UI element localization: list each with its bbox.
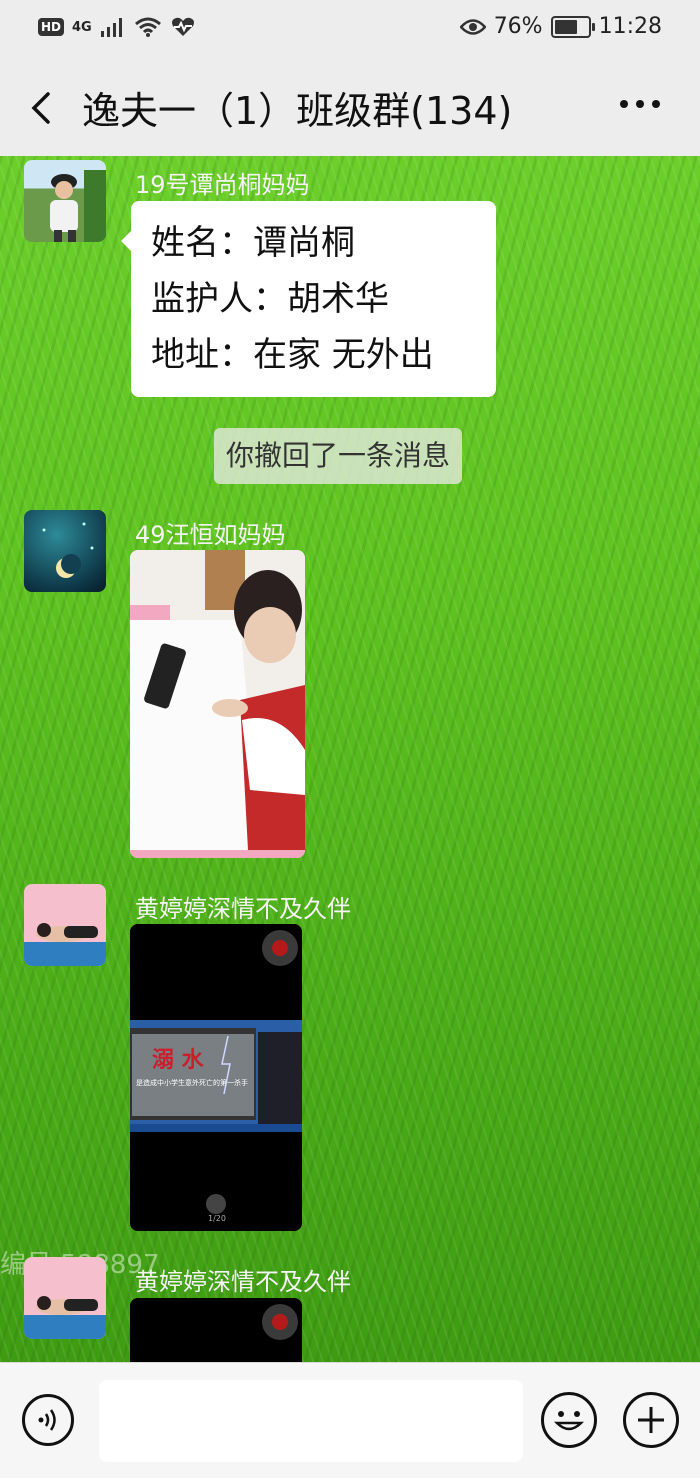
battery-percent: 76%: [493, 14, 543, 39]
plus-icon[interactable]: [623, 1392, 679, 1448]
hd-badge: HD: [38, 18, 65, 36]
video-page-text: 1/20: [208, 1214, 226, 1223]
eye-icon: [459, 18, 486, 35]
system-message: 你撤回了一条消息: [214, 428, 463, 484]
voice-icon[interactable]: [22, 1394, 74, 1446]
photo-message[interactable]: [130, 550, 305, 858]
avatar[interactable]: [24, 160, 106, 242]
wifi-icon: [134, 17, 161, 37]
avatar[interactable]: [24, 510, 106, 592]
message-bubble[interactable]: 姓名：谭尚桐 监护人：胡术华 地址：在家 无外出: [121, 201, 496, 397]
nav-bar: 逸夫一（1）班级群(134): [0, 58, 700, 156]
input-bar: [0, 1362, 700, 1478]
video-message[interactable]: 溺 水 是造成中小学生意外死亡的第一杀手 1/20: [130, 924, 302, 1231]
video-message[interactable]: [130, 1298, 302, 1362]
network-label: 4G: [72, 19, 92, 35]
chat-area[interactable]: 19号谭尚桐妈妈 姓名：谭尚桐 监护人：胡术华 地址：在家 无外出 你撤回了一条…: [0, 156, 700, 1362]
message-line: 监护人：胡术华: [151, 279, 389, 319]
video-caption-text: 是造成中小学生意外死亡的第一杀手: [136, 1079, 248, 1087]
status-bar: HD 4G 76% 11:28: [0, 0, 700, 58]
avatar[interactable]: [24, 884, 106, 966]
emoji-icon[interactable]: [541, 1392, 597, 1448]
sender-name: 19号谭尚桐妈妈: [135, 171, 310, 199]
battery-icon: [550, 15, 595, 38]
sender-name: 黄婷婷深情不及久伴: [135, 895, 351, 923]
health-heart-icon: [171, 17, 194, 36]
sender-name: 49汪恒如妈妈: [135, 521, 286, 549]
message-line: 地址：在家 无外出: [151, 335, 434, 375]
more-icon[interactable]: [620, 92, 668, 116]
message-input[interactable]: [99, 1380, 523, 1462]
avatar[interactable]: [24, 1257, 106, 1339]
chevron-left-icon[interactable]: [24, 86, 64, 130]
sender-name: 黄婷婷深情不及久伴: [135, 1268, 351, 1296]
video-title-text: 溺 水: [152, 1047, 204, 1073]
signal-icon: [100, 18, 122, 37]
chat-title: 逸夫一（1）班级群(134): [82, 89, 513, 133]
message-line: 姓名：谭尚桐: [151, 223, 355, 263]
status-time: 11:28: [598, 14, 662, 39]
